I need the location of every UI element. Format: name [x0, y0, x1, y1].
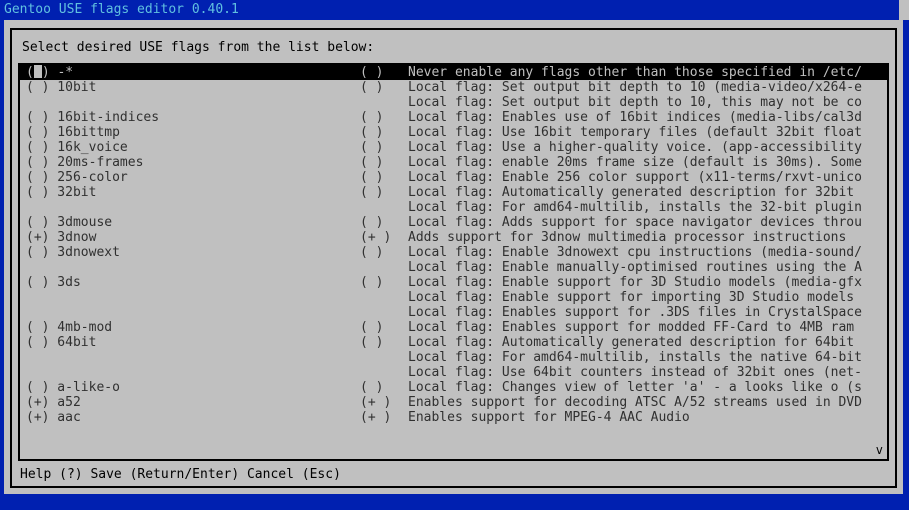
flag-desc: Local flag: Enable 3dnowext cpu instruct… [408, 245, 862, 260]
scroll-down-indicator: v [876, 443, 883, 458]
flag-mid: ( ) [360, 215, 408, 230]
flag-mid: ( ) [360, 125, 408, 140]
flag-row[interactable]: ( ) 16bittmp( )Local flag: Use 16bit tem… [20, 125, 887, 140]
flag-desc: Local flag: Automatically generated desc… [408, 185, 854, 200]
bottom-strip [0, 494, 909, 510]
flag-left: () -* [20, 65, 360, 80]
flag-desc: Local flag: enable 20ms frame size (defa… [408, 155, 862, 170]
flag-row[interactable]: Local flag: Enable support for importing… [20, 290, 887, 305]
prompt-text: Select desired USE flags from the list b… [22, 40, 885, 55]
flag-row[interactable]: ( ) 16k_voice( )Local flag: Use a higher… [20, 140, 887, 155]
dialog: Select desired USE flags from the list b… [10, 28, 897, 488]
flag-row[interactable]: ( ) 3dnowext( )Local flag: Enable 3dnowe… [20, 245, 887, 260]
flag-row[interactable]: ( ) 16bit-indices( )Local flag: Enables … [20, 110, 887, 125]
flag-desc: Local flag: Automatically generated desc… [408, 335, 854, 350]
flag-row[interactable]: ( ) 10bit( )Local flag: Set output bit d… [20, 80, 887, 95]
flag-desc: Local flag: Use 16bit temporary files (d… [408, 125, 862, 140]
flag-desc: Local flag: Enable support for importing… [408, 290, 854, 305]
flag-desc: Local flag: Enable 256 color support (x1… [408, 170, 862, 185]
help-bar: Help (?) Save (Return/Enter) Cancel (Esc… [20, 467, 887, 482]
flag-left: ( ) 16bittmp [20, 125, 360, 140]
flag-desc: Local flag: Set output bit depth to 10, … [408, 95, 862, 110]
flags-list-inner: () -*( )Never enable any flags other tha… [20, 65, 887, 459]
flag-left: ( ) 20ms-frames [20, 155, 360, 170]
flag-desc: Local flag: Enables support for modded F… [408, 320, 854, 335]
flag-left: ( ) 32bit [20, 185, 360, 200]
flag-mid: ( ) [360, 65, 408, 80]
flag-mid: ( ) [360, 320, 408, 335]
flag-left: ( ) 3dmouse [20, 215, 360, 230]
flag-left: (+) aac [20, 410, 360, 425]
flag-desc: Local flag: Enables use of 16bit indices… [408, 110, 862, 125]
flag-row[interactable]: (+) 3dnow(+ )Adds support for 3dnow mult… [20, 230, 887, 245]
flag-left: ( ) 64bit [20, 335, 360, 350]
flag-row[interactable]: (+) aac(+ )Enables support for MPEG-4 AA… [20, 410, 887, 425]
flag-row[interactable]: (+) a52(+ )Enables support for decoding … [20, 395, 887, 410]
flag-row[interactable]: Local flag: Enable manually-optimised ro… [20, 260, 887, 275]
flag-left: ( ) 256-color [20, 170, 360, 185]
flag-mid: ( ) [360, 140, 408, 155]
flag-row[interactable]: ( ) 3ds( )Local flag: Enable support for… [20, 275, 887, 290]
flag-desc: Local flag: Use a higher-quality voice. … [408, 140, 862, 155]
flag-desc: Local flag: Enables support for .3DS fil… [408, 305, 862, 320]
flag-mid: ( ) [360, 335, 408, 350]
flag-mid: (+ ) [360, 230, 408, 245]
flag-desc: Local flag: Adds support for space navig… [408, 215, 862, 230]
dialog-outer: Select desired USE flags from the list b… [4, 20, 903, 494]
flag-desc: Adds support for 3dnow multimedia proces… [408, 230, 846, 245]
flag-desc: Local flag: For amd64-multilib, installs… [408, 200, 862, 215]
flag-left: ( ) 3dnowext [20, 245, 360, 260]
flag-left: ( ) 16bit-indices [20, 110, 360, 125]
flag-desc: Local flag: Set output bit depth to 10 (… [408, 80, 862, 95]
flag-mid: ( ) [360, 245, 408, 260]
flag-row[interactable]: ( ) a-like-o( )Local flag: Changes view … [20, 380, 887, 395]
flag-desc: Enables support for MPEG-4 AAC Audio [408, 410, 690, 425]
flag-desc: Local flag: Enable support for 3D Studio… [408, 275, 862, 290]
flag-row[interactable]: Local flag: Enables support for .3DS fil… [20, 305, 887, 320]
flag-mid: ( ) [360, 380, 408, 395]
flag-row[interactable]: ( ) 64bit( )Local flag: Automatically ge… [20, 335, 887, 350]
flag-mid: ( ) [360, 170, 408, 185]
flag-row[interactable]: () -*( )Never enable any flags other tha… [20, 65, 887, 80]
flag-mid: ( ) [360, 155, 408, 170]
window-title: Gentoo USE flags editor 0.40.1 [0, 0, 909, 20]
flag-desc: Local flag: Changes view of letter 'a' -… [408, 380, 862, 395]
flag-row[interactable]: Local flag: Set output bit depth to 10, … [20, 95, 887, 110]
flag-left: ( ) 16k_voice [20, 140, 360, 155]
flag-mid: ( ) [360, 275, 408, 290]
flag-mid: ( ) [360, 185, 408, 200]
flag-row[interactable]: ( ) 32bit( )Local flag: Automatically ge… [20, 185, 887, 200]
flag-mid: ( ) [360, 80, 408, 95]
cursor [34, 65, 42, 78]
flag-left: (+) 3dnow [20, 230, 360, 245]
flag-left: (+) a52 [20, 395, 360, 410]
flag-row[interactable]: ( ) 20ms-frames( )Local flag: enable 20m… [20, 155, 887, 170]
flag-row[interactable]: ( ) 256-color( )Local flag: Enable 256 c… [20, 170, 887, 185]
flag-desc: Local flag: Use 64bit counters instead o… [408, 365, 862, 380]
flag-left: ( ) 4mb-mod [20, 320, 360, 335]
flag-row[interactable]: Local flag: For amd64-multilib, installs… [20, 200, 887, 215]
flag-desc: Enables support for decoding ATSC A/52 s… [408, 395, 862, 410]
flag-desc: Local flag: For amd64-multilib, installs… [408, 350, 862, 365]
flag-left: ( ) 3ds [20, 275, 360, 290]
flag-left: ( ) 10bit [20, 80, 360, 95]
flag-left: ( ) a-like-o [20, 380, 360, 395]
flag-mid: ( ) [360, 110, 408, 125]
flags-listbox[interactable]: # () -*( )Never enable any flags other t… [18, 63, 889, 461]
flag-desc: Never enable any flags other than those … [408, 65, 862, 80]
flag-desc: Local flag: Enable manually-optimised ro… [408, 260, 862, 275]
flag-row[interactable]: Local flag: Use 64bit counters instead o… [20, 365, 887, 380]
flag-mid: (+ ) [360, 395, 408, 410]
flag-row[interactable]: ( ) 4mb-mod( )Local flag: Enables suppor… [20, 320, 887, 335]
title-right-edge [899, 0, 909, 20]
flag-row[interactable]: Local flag: For amd64-multilib, installs… [20, 350, 887, 365]
title-text: Gentoo USE flags editor 0.40.1 [4, 2, 239, 17]
flag-mid: (+ ) [360, 410, 408, 425]
flag-row[interactable]: ( ) 3dmouse( )Local flag: Adds support f… [20, 215, 887, 230]
